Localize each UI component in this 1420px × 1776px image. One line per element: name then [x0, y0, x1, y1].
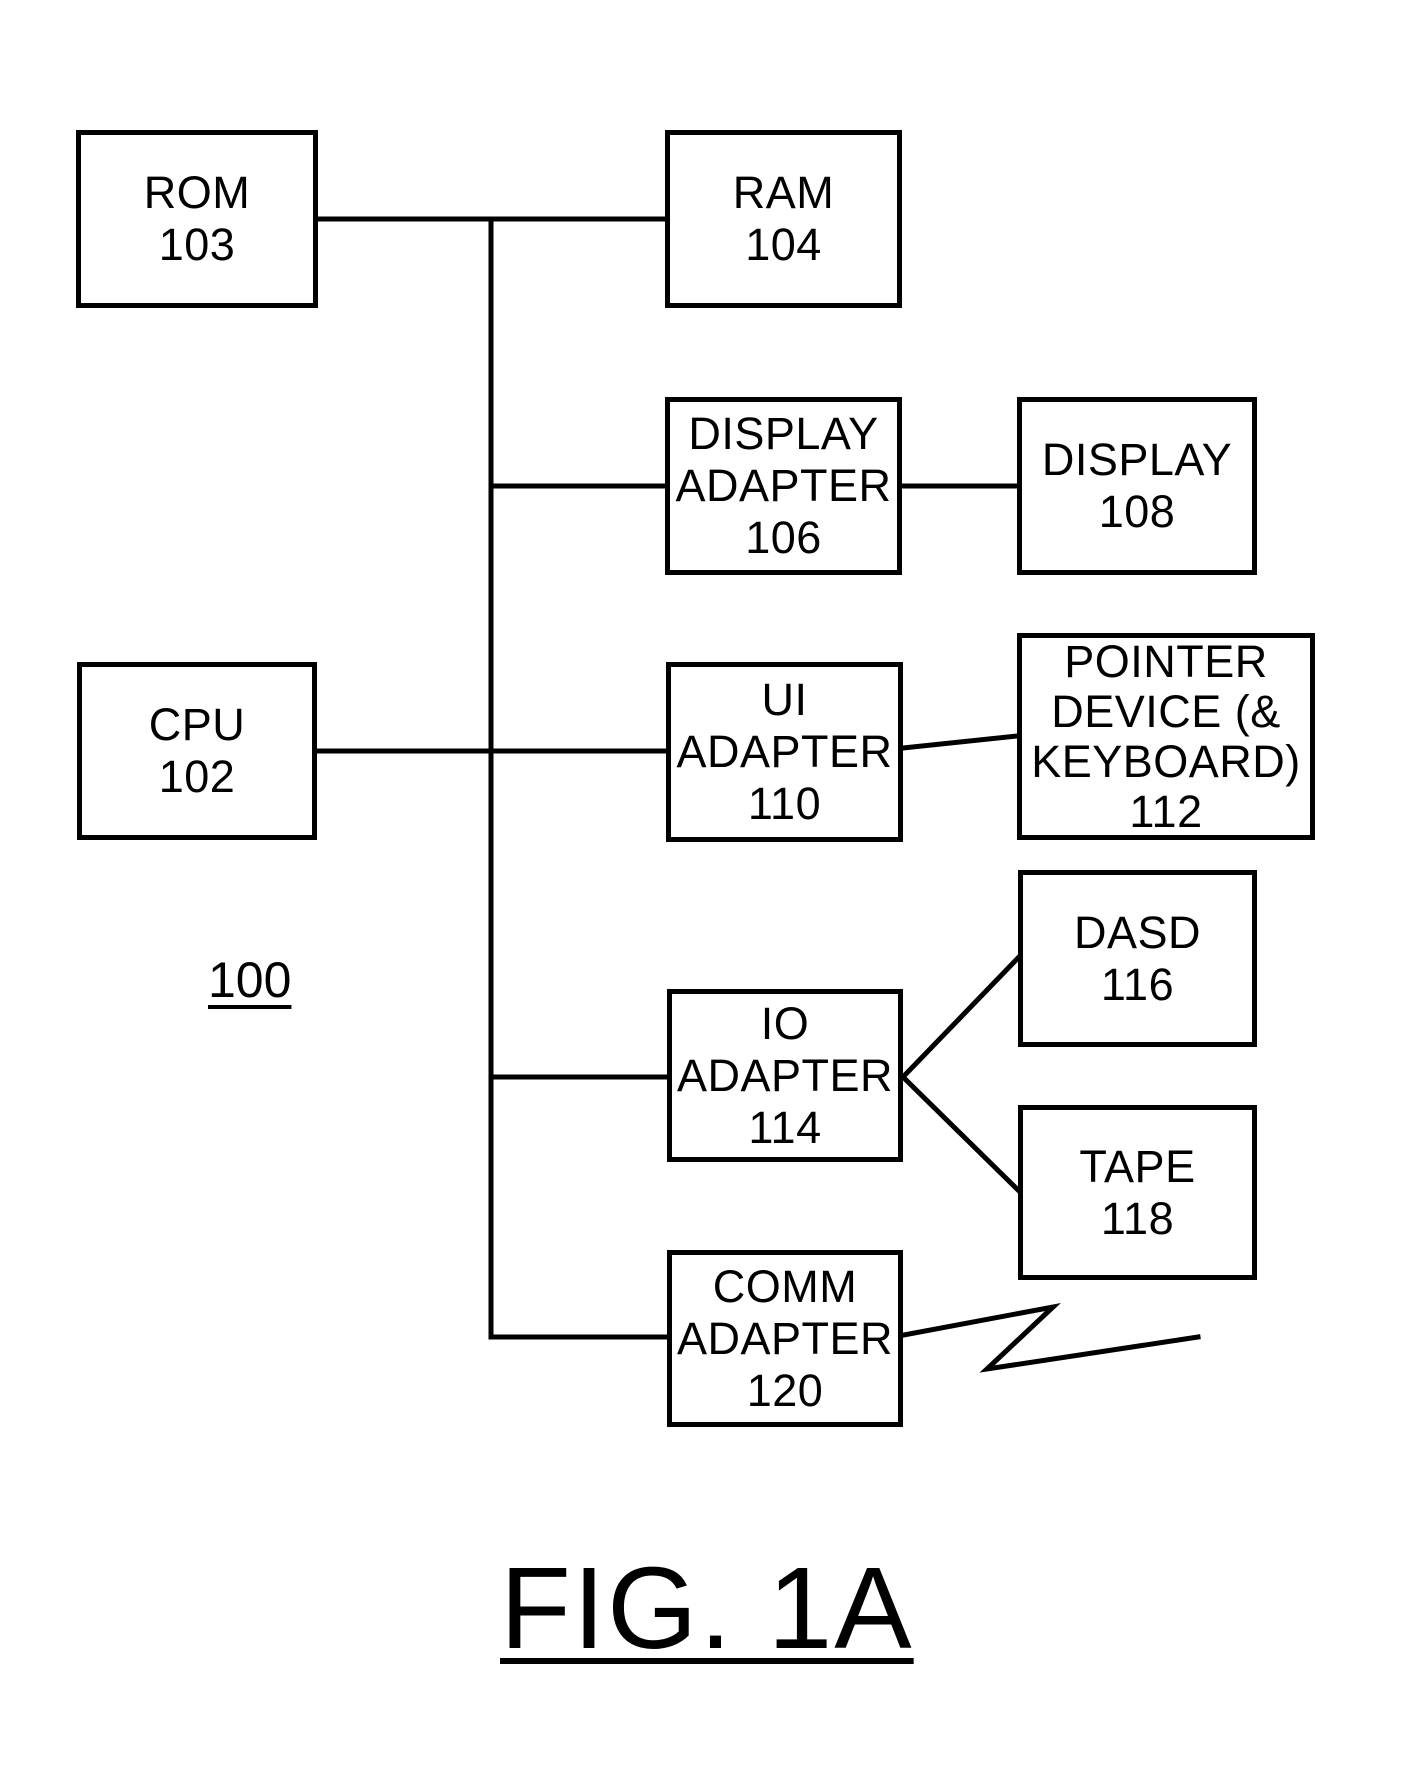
cpu-number: 102: [158, 751, 236, 802]
display-adapter-number: 106: [745, 512, 822, 563]
ui-adapter-label-2: ADAPTER: [676, 726, 893, 777]
pointer-device-label-1: POINTER: [1064, 635, 1268, 687]
comm-adapter-number: 120: [746, 1364, 824, 1416]
display-adapter-box: DISPLAY ADAPTER 106: [665, 397, 902, 575]
dasd-number: 116: [1100, 958, 1175, 1010]
io-adapter-label-1: IO: [760, 997, 810, 1049]
rom-number: 103: [158, 219, 236, 270]
io-adapter-label-2: ADAPTER: [676, 1049, 894, 1101]
comm-adapter-box: COMM ADAPTER 120: [667, 1250, 903, 1427]
tape-box: TAPE 118: [1018, 1105, 1257, 1280]
ram-number: 104: [745, 219, 822, 270]
system-reference-label: 100: [208, 952, 292, 1008]
io-adapter-tape-line: [899, 1073, 1022, 1194]
display-adapter-label-2: ADAPTER: [675, 460, 892, 511]
cpu-box: CPU 102: [77, 662, 317, 840]
comm-adapter-label-2: ADAPTER: [676, 1312, 894, 1364]
io-adapter-box: IO ADAPTER 114: [667, 989, 903, 1162]
ui-adapter-box: UI ADAPTER 110: [666, 662, 903, 842]
display-label: DISPLAY: [1041, 434, 1233, 485]
figure-title: FIG. 1A: [500, 1543, 914, 1673]
tape-label: TAPE: [1079, 1140, 1196, 1192]
dasd-label: DASD: [1073, 906, 1202, 958]
pointer-device-label-2: DEVICE (&: [1051, 685, 1281, 737]
display-adapter-label-1: DISPLAY: [688, 408, 879, 459]
display-box: DISPLAY 108: [1017, 397, 1257, 575]
ui-adapter-number: 110: [747, 778, 822, 829]
comm-link-zigzag: [901, 1302, 1201, 1373]
dasd-box: DASD 116: [1018, 870, 1257, 1047]
rom-label: ROM: [143, 167, 251, 218]
ui-adapter-label-1: UI: [761, 674, 808, 725]
ui-adapter-pointer-line: [900, 733, 1020, 751]
pointer-device-label-3: KEYBOARD): [1031, 735, 1301, 787]
io-adapter-number: 114: [748, 1101, 822, 1153]
ram-label: RAM: [732, 167, 835, 218]
comm-adapter-label-1: COMM: [712, 1260, 858, 1312]
cpu-label: CPU: [148, 699, 246, 750]
ram-box: RAM 104: [665, 130, 902, 308]
tape-number: 118: [1100, 1192, 1175, 1244]
io-adapter-dasd-line: [899, 954, 1022, 1081]
block-diagram: ROM 103 RAM 104 DISPLAY ADAPTER 106 DISP…: [0, 0, 1420, 1776]
rom-box: ROM 103: [76, 130, 318, 308]
pointer-device-number: 112: [1129, 785, 1203, 837]
display-number: 108: [1098, 486, 1176, 537]
pointer-device-box: POINTER DEVICE (& KEYBOARD) 112: [1017, 633, 1315, 840]
